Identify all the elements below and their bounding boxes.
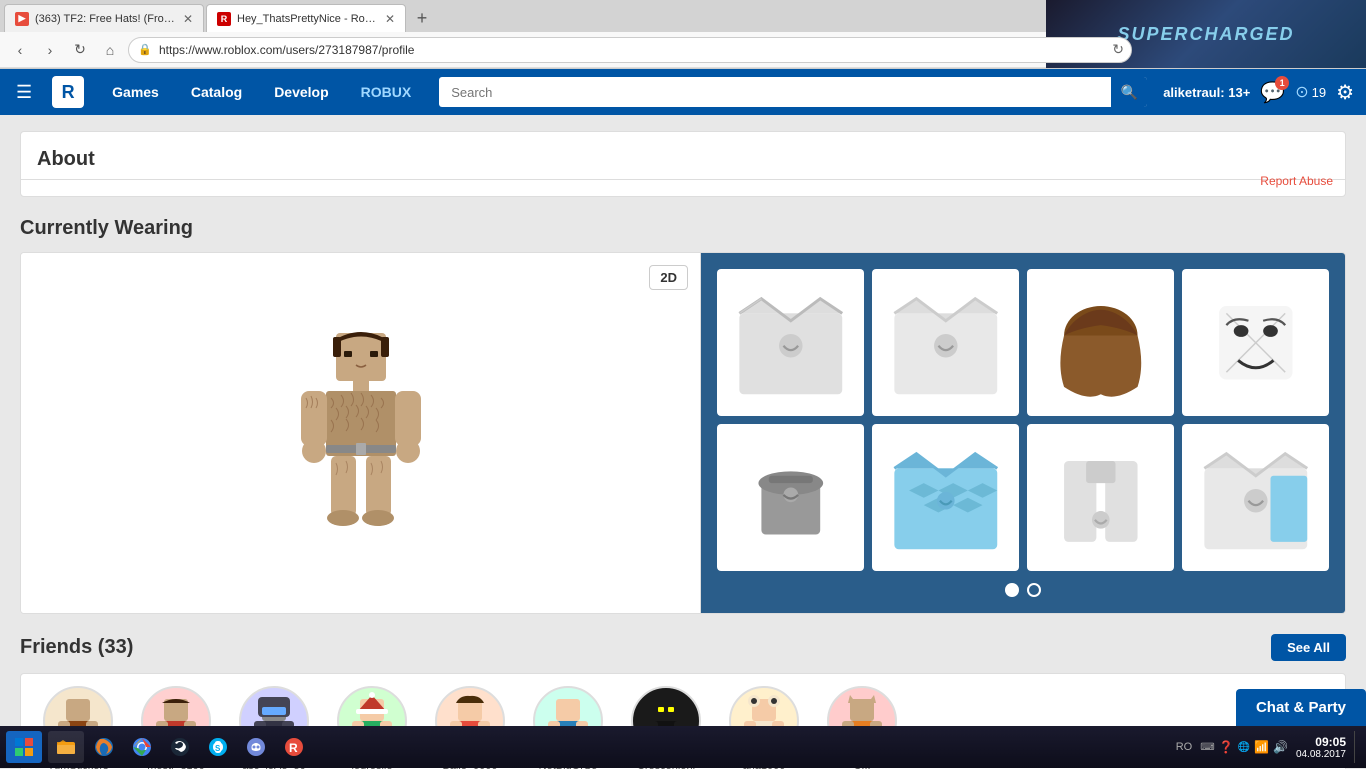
about-title: About xyxy=(37,148,1329,171)
report-abuse-link[interactable]: Report Abuse xyxy=(1260,174,1333,188)
tab-close-1[interactable]: ✕ xyxy=(183,12,193,26)
about-section: About Report Abuse xyxy=(20,131,1346,197)
address-refresh-icon[interactable]: ↻ xyxy=(1112,41,1124,58)
nav-links: Games Catalog Develop ROBUX xyxy=(100,80,423,104)
volume-icon: 🔊 xyxy=(1273,740,1288,754)
settings-icon[interactable]: ⚙ xyxy=(1336,80,1354,105)
address-input[interactable] xyxy=(128,37,1132,63)
items-grid xyxy=(717,269,1329,571)
question-icon: ❓ xyxy=(1219,740,1234,754)
robux-amount: 19 xyxy=(1312,85,1326,100)
robux-display[interactable]: ⊙ 19 xyxy=(1295,82,1326,102)
currently-wearing-section: Currently Wearing 2D xyxy=(20,217,1346,614)
chat-party-label: Chat & Party xyxy=(1256,699,1346,716)
tab-favicon-1: ▶ xyxy=(15,12,29,26)
tab-close-2[interactable]: ✕ xyxy=(385,12,395,26)
language-icon: 🌐 xyxy=(1238,742,1250,753)
back-button[interactable]: ‹ xyxy=(8,38,32,62)
tab-title-2: Hey_ThatsPrettyNice - Robl... xyxy=(237,13,379,25)
wearing-container: 2D xyxy=(20,252,1346,614)
items-panel xyxy=(701,253,1345,613)
taskbar-clock: 09:05 04.08.2017 xyxy=(1296,735,1346,760)
taskbar-firefox-icon[interactable] xyxy=(86,731,122,763)
svg-text:S: S xyxy=(215,744,221,753)
svg-text:R: R xyxy=(289,741,298,755)
friends-title: Friends (33) xyxy=(20,636,133,659)
messages-badge: 1 xyxy=(1275,76,1289,90)
browser-tab-2[interactable]: R Hey_ThatsPrettyNice - Robl... ✕ xyxy=(206,4,406,32)
tab-favicon-2: R xyxy=(217,12,231,26)
item-2[interactable] xyxy=(872,269,1019,416)
item-6[interactable] xyxy=(872,424,1019,571)
pagination-dots xyxy=(717,583,1329,597)
home-button[interactable]: ⌂ xyxy=(98,38,122,62)
hamburger-menu-icon[interactable]: ☰ xyxy=(12,78,36,107)
nav-catalog[interactable]: Catalog xyxy=(179,80,254,104)
search-input[interactable] xyxy=(439,77,1147,107)
show-desktop-button[interactable] xyxy=(1354,731,1360,763)
messages-icon[interactable]: 💬 1 xyxy=(1260,80,1285,105)
taskbar: S R RO ⌨ ❓ 🌐 📶 🔊 09:05 04.08.2017 xyxy=(0,726,1366,768)
nav-right: aliketraul: 13+ 💬 1 ⊙ 19 ⚙ xyxy=(1163,80,1354,105)
wearing-title: Currently Wearing xyxy=(20,217,1346,240)
item-8[interactable] xyxy=(1182,424,1329,571)
system-tray-icons: ⌨ ❓ 🌐 📶 🔊 xyxy=(1200,740,1288,754)
item-1[interactable] xyxy=(717,269,864,416)
nav-games[interactable]: Games xyxy=(100,80,171,104)
network-icon: 📶 xyxy=(1254,740,1269,754)
friends-header: Friends (33) See All xyxy=(20,634,1346,661)
reload-button[interactable]: ↻ xyxy=(68,38,92,62)
item-3[interactable] xyxy=(1027,269,1174,416)
taskbar-date: 04.08.2017 xyxy=(1296,749,1346,760)
page-content: About Report Abuse Currently Wearing 2D xyxy=(0,115,1366,769)
supercharged-text: SUPERCHARGED xyxy=(1117,24,1294,45)
taskbar-discord-icon[interactable] xyxy=(238,731,274,763)
taskbar-right: RO ⌨ ❓ 🌐 📶 🔊 09:05 04.08.2017 xyxy=(1176,731,1360,763)
tab-bar: ▶ (363) TF2: Free Hats! (From S... ✕ R H… xyxy=(0,0,1366,32)
taskbar-roblox-icon[interactable]: R xyxy=(276,731,312,763)
avatar-panel: 2D xyxy=(21,253,701,613)
nav-develop[interactable]: Develop xyxy=(262,80,340,104)
browser-tab-1[interactable]: ▶ (363) TF2: Free Hats! (From S... ✕ xyxy=(4,4,204,32)
taskbar-skype-icon[interactable]: S xyxy=(200,731,236,763)
view-2d-button[interactable]: 2D xyxy=(649,265,688,290)
search-submit-button[interactable]: 🔍 xyxy=(1111,77,1147,107)
keyboard-icon: ⌨ xyxy=(1200,742,1214,753)
see-all-button[interactable]: See All xyxy=(1271,634,1346,661)
forward-button[interactable]: › xyxy=(38,38,62,62)
item-4[interactable] xyxy=(1182,269,1329,416)
pagination-dot-2[interactable] xyxy=(1027,583,1041,597)
nav-username: aliketraul: 13+ xyxy=(1163,85,1250,100)
roblox-navbar: ☰ R Games Catalog Develop ROBUX 🔍 aliket… xyxy=(0,69,1366,115)
roblox-logo[interactable]: R xyxy=(52,76,84,108)
avatar-figure xyxy=(281,323,441,543)
taskbar-locale: RO xyxy=(1176,741,1193,753)
item-7[interactable] xyxy=(1027,424,1174,571)
address-wrapper: 🔒 ↻ xyxy=(128,37,1132,63)
taskbar-chrome-icon[interactable] xyxy=(124,731,160,763)
taskbar-time: 09:05 xyxy=(1296,735,1346,749)
robux-icon: ⊙ xyxy=(1295,82,1308,102)
chat-party-bar[interactable]: Chat & Party xyxy=(1236,689,1366,726)
taskbar-steam-icon[interactable] xyxy=(162,731,198,763)
tab-title-1: (363) TF2: Free Hats! (From S... xyxy=(35,13,177,25)
pagination-dot-1[interactable] xyxy=(1005,583,1019,597)
nav-robux[interactable]: ROBUX xyxy=(349,80,424,104)
taskbar-explorer-icon[interactable] xyxy=(48,731,84,763)
start-button[interactable] xyxy=(6,731,42,763)
ssl-lock-icon: 🔒 xyxy=(138,43,152,56)
item-5[interactable] xyxy=(717,424,864,571)
new-tab-button[interactable]: + xyxy=(408,4,436,32)
search-wrapper: 🔍 xyxy=(439,77,1147,107)
